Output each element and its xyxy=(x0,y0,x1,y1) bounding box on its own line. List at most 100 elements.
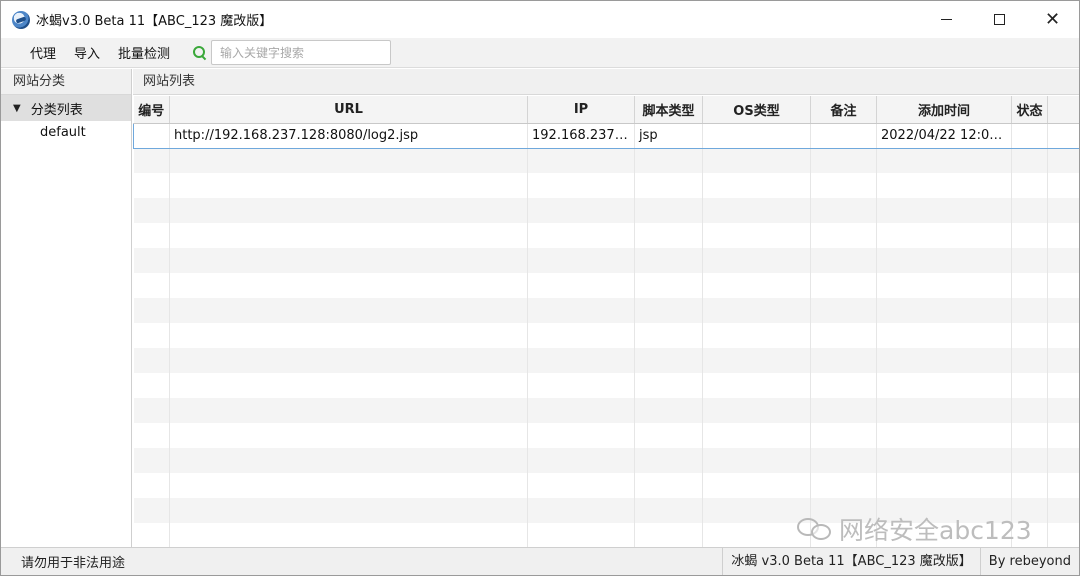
empty-cell xyxy=(876,273,1012,298)
empty-cell xyxy=(527,323,635,348)
empty-cell xyxy=(634,298,703,323)
empty-table-row xyxy=(133,323,1079,348)
empty-cell xyxy=(527,398,635,423)
column-header-os-type[interactable]: OS类型 xyxy=(702,96,811,124)
empty-table-row xyxy=(133,423,1079,448)
empty-cell xyxy=(169,273,528,298)
empty-cell xyxy=(1011,473,1048,498)
cell-added-time: 2022/04/22 12:07... xyxy=(876,122,1012,149)
empty-cell xyxy=(876,373,1012,398)
empty-cell xyxy=(133,198,170,223)
status-warning: 请勿用于非法用途 xyxy=(21,556,126,571)
empty-cell xyxy=(1047,223,1079,248)
status-right-group: 冰蝎 v3.0 Beta 11【ABC_123 魔改版】 By rebeyond xyxy=(722,548,1079,575)
column-header-ip[interactable]: IP xyxy=(527,96,635,124)
empty-cell xyxy=(634,423,703,448)
empty-cell xyxy=(527,423,635,448)
column-header-id[interactable]: 编号 xyxy=(133,96,170,124)
empty-cell xyxy=(876,398,1012,423)
empty-cell xyxy=(527,248,635,273)
empty-cell xyxy=(702,198,811,223)
empty-cell xyxy=(1011,323,1048,348)
close-button[interactable]: ✕ xyxy=(1026,1,1079,38)
cell-url: http://192.168.237.128:8080/log2.jsp xyxy=(169,122,528,149)
column-header-status[interactable]: 状态 xyxy=(1011,96,1048,124)
empty-cell xyxy=(1011,448,1048,473)
empty-cell xyxy=(702,173,811,198)
empty-cell xyxy=(1011,173,1048,198)
empty-cell xyxy=(1011,298,1048,323)
empty-cell xyxy=(169,373,528,398)
empty-cell xyxy=(133,323,170,348)
empty-table-row xyxy=(133,248,1079,273)
cell-os-type xyxy=(702,122,811,149)
column-header-note[interactable]: 备注 xyxy=(810,96,877,124)
empty-cell xyxy=(169,448,528,473)
tree-root-label: 分类列表 xyxy=(30,102,83,118)
empty-cell xyxy=(876,523,1012,547)
empty-cell xyxy=(133,398,170,423)
empty-cell xyxy=(527,298,635,323)
empty-cell xyxy=(876,323,1012,348)
menu-batch-check[interactable]: 批量检测 xyxy=(109,43,179,62)
empty-cell xyxy=(527,348,635,373)
empty-cell xyxy=(876,448,1012,473)
empty-cell xyxy=(702,523,811,547)
table-row[interactable]: http://192.168.237.128:8080/log2.jsp 192… xyxy=(133,122,1079,149)
site-table-container[interactable]: 编号 URL IP 脚本类型 OS类型 备注 添加时间 状态 http://19… xyxy=(133,96,1079,547)
empty-cell xyxy=(1011,523,1048,547)
empty-cell xyxy=(810,273,877,298)
empty-cell xyxy=(876,498,1012,523)
empty-cell xyxy=(810,298,877,323)
empty-table-row xyxy=(133,523,1079,547)
empty-cell xyxy=(634,173,703,198)
empty-cell xyxy=(527,473,635,498)
empty-cell xyxy=(527,223,635,248)
empty-cell xyxy=(634,248,703,273)
cell-filler xyxy=(1047,122,1079,149)
column-header-url[interactable]: URL xyxy=(169,96,528,124)
cell-note xyxy=(810,122,877,149)
empty-cell xyxy=(634,273,703,298)
empty-cell xyxy=(810,398,877,423)
table-body: http://192.168.237.128:8080/log2.jsp 192… xyxy=(133,122,1079,547)
tree-item-default[interactable]: default xyxy=(1,121,131,145)
empty-cell xyxy=(527,273,635,298)
empty-cell xyxy=(810,498,877,523)
empty-cell xyxy=(702,298,811,323)
empty-cell xyxy=(133,148,170,173)
empty-cell xyxy=(634,148,703,173)
maximize-icon xyxy=(994,14,1005,25)
expand-arrow-icon[interactable]: ▼ xyxy=(13,103,21,114)
empty-cell xyxy=(1047,173,1079,198)
empty-cell xyxy=(169,198,528,223)
empty-cell xyxy=(634,348,703,373)
column-header-script-type[interactable]: 脚本类型 xyxy=(634,96,703,124)
empty-cell xyxy=(1047,348,1079,373)
empty-cell xyxy=(1047,298,1079,323)
empty-cell xyxy=(1047,498,1079,523)
empty-cell xyxy=(133,298,170,323)
empty-cell xyxy=(527,148,635,173)
empty-table-row xyxy=(133,498,1079,523)
main-window: 冰蝎v3.0 Beta 11【ABC_123 魔改版】 ✕ 代理 导入 批量检测… xyxy=(0,0,1080,576)
menu-import[interactable]: 导入 xyxy=(65,43,109,62)
search-input[interactable] xyxy=(211,40,392,65)
site-list-pane: 网站列表 编号 URL IP 脚本类型 OS类型 备注 添加时间 状态 http… xyxy=(133,69,1079,547)
title-bar[interactable]: 冰蝎v3.0 Beta 11【ABC_123 魔改版】 ✕ xyxy=(1,1,1079,38)
empty-cell xyxy=(1011,348,1048,373)
table-header-row: 编号 URL IP 脚本类型 OS类型 备注 添加时间 状态 xyxy=(133,96,1079,124)
empty-cell xyxy=(1047,423,1079,448)
empty-cell xyxy=(876,248,1012,273)
maximize-button[interactable] xyxy=(973,1,1026,38)
column-header-added-time[interactable]: 添加时间 xyxy=(876,96,1012,124)
empty-cell xyxy=(810,223,877,248)
tree-root-category-list[interactable]: ▼ 分类列表 xyxy=(1,95,131,121)
empty-table-row xyxy=(133,173,1079,198)
empty-cell xyxy=(810,423,877,448)
empty-cell xyxy=(702,248,811,273)
menu-proxy[interactable]: 代理 xyxy=(21,43,65,62)
minimize-button[interactable] xyxy=(920,1,973,38)
menu-bar: 代理 导入 批量检测 xyxy=(1,38,1079,68)
empty-cell xyxy=(702,373,811,398)
